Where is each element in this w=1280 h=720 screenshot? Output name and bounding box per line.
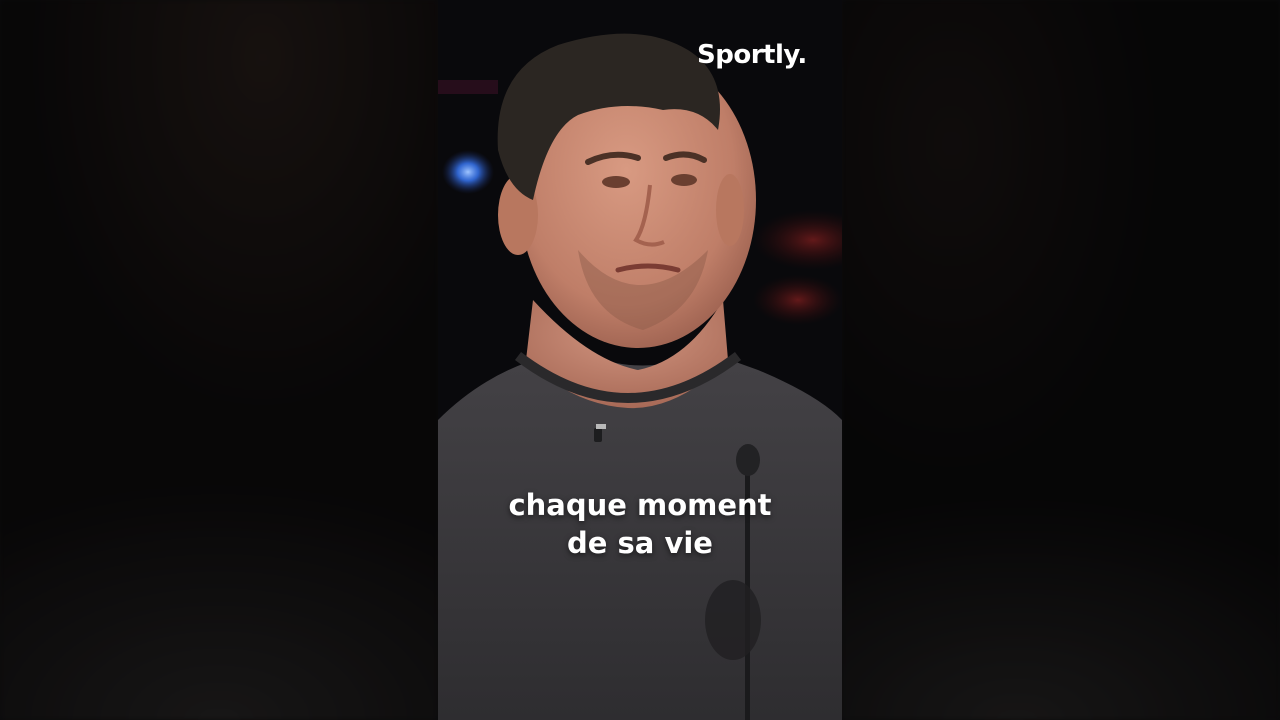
caption-line-2: de sa vie xyxy=(567,526,713,560)
blurred-background-right xyxy=(842,0,1280,720)
brand-logo: Sportly. xyxy=(697,40,807,70)
blurred-background-left xyxy=(0,0,438,720)
subtitle-caption: chaque moment de sa vie xyxy=(438,486,842,562)
caption-line-1: chaque moment xyxy=(508,488,772,522)
video-frame xyxy=(438,0,842,720)
video-player[interactable]: Sportly. chaque moment de sa vie xyxy=(0,0,1280,720)
video-scene-image xyxy=(438,0,842,720)
